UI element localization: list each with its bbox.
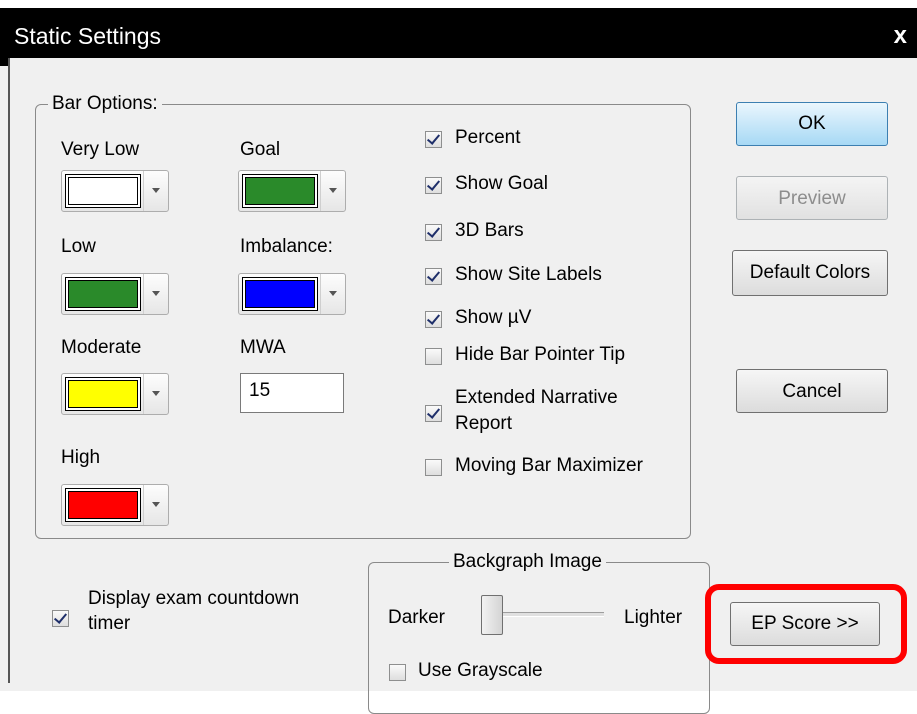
hide-bar-pointer-tip-checkbox[interactable]: [425, 348, 442, 365]
hide-bar-pointer-tip-label: Hide Bar Pointer Tip: [455, 344, 626, 365]
low-label: Low: [61, 236, 96, 257]
backgraph-image-legend: Backgraph Image: [449, 551, 606, 573]
moving-bar-maximizer-label: Moving Bar Maximizer: [455, 455, 643, 476]
low-color-swatch: [68, 280, 138, 308]
countdown-label-line2: timer: [88, 613, 131, 634]
3d-bars-checkbox[interactable]: [425, 224, 442, 241]
goal-label: Goal: [240, 139, 281, 160]
backgraph-slider-thumb[interactable]: [481, 595, 503, 635]
chevron-down-icon[interactable]: [143, 374, 168, 414]
close-icon[interactable]: x: [894, 22, 907, 50]
mwa-input[interactable]: 15: [240, 373, 344, 413]
moderate-color-picker[interactable]: [61, 373, 169, 415]
use-grayscale-label: Use Grayscale: [418, 660, 543, 681]
mwa-label: MWA: [240, 337, 286, 358]
show-goal-label: Show Goal: [455, 173, 548, 194]
countdown-label-line1: Display exam countdown: [88, 588, 300, 609]
default-colors-button[interactable]: Default Colors: [732, 250, 888, 296]
preview-button[interactable]: Preview: [736, 176, 888, 220]
chevron-down-icon[interactable]: [143, 485, 168, 525]
moderate-label: Moderate: [61, 337, 142, 358]
backgraph-image-group: Backgraph Image: [368, 551, 710, 714]
show-uv-checkbox[interactable]: [425, 311, 442, 328]
high-label: High: [61, 447, 101, 468]
darker-label: Darker: [388, 607, 446, 628]
use-grayscale-checkbox[interactable]: [389, 664, 406, 681]
very-low-color-swatch: [68, 177, 138, 205]
show-site-labels-label: Show Site Labels: [455, 264, 602, 285]
imbalance-color-swatch: [245, 280, 315, 308]
dialog-title: Static Settings: [14, 23, 162, 49]
imbalance-label: Imbalance:: [240, 236, 333, 257]
moving-bar-maximizer-checkbox[interactable]: [425, 459, 442, 476]
high-color-picker[interactable]: [61, 484, 169, 526]
display-exam-countdown-checkbox[interactable]: [52, 610, 69, 627]
extended-narrative-report-checkbox[interactable]: [425, 405, 442, 422]
bar-options-legend: Bar Options:: [48, 93, 162, 115]
very-low-color-picker[interactable]: [61, 170, 169, 212]
chevron-down-icon[interactable]: [320, 171, 345, 211]
annotation-highlight: [705, 584, 907, 664]
extended-narrative-label-line2: Report: [455, 413, 513, 434]
lighter-label: Lighter: [624, 607, 683, 628]
low-color-picker[interactable]: [61, 273, 169, 315]
chevron-down-icon[interactable]: [143, 274, 168, 314]
backgraph-slider-track[interactable]: [488, 612, 604, 617]
high-color-swatch: [68, 491, 138, 519]
goal-color-swatch: [245, 177, 315, 205]
percent-label: Percent: [455, 127, 521, 148]
imbalance-color-picker[interactable]: [238, 273, 346, 315]
show-site-labels-checkbox[interactable]: [425, 268, 442, 285]
extended-narrative-label-line1: Extended Narrative: [455, 387, 618, 408]
cancel-button[interactable]: Cancel: [736, 369, 888, 413]
chevron-down-icon[interactable]: [143, 171, 168, 211]
goal-color-picker[interactable]: [238, 170, 346, 212]
percent-checkbox[interactable]: [425, 131, 442, 148]
moderate-color-swatch: [68, 380, 138, 408]
very-low-label: Very Low: [61, 139, 140, 160]
show-uv-label: Show µV: [455, 307, 532, 328]
3d-bars-label: 3D Bars: [455, 220, 524, 241]
ok-button[interactable]: OK: [736, 102, 888, 146]
chevron-down-icon[interactable]: [320, 274, 345, 314]
show-goal-checkbox[interactable]: [425, 177, 442, 194]
